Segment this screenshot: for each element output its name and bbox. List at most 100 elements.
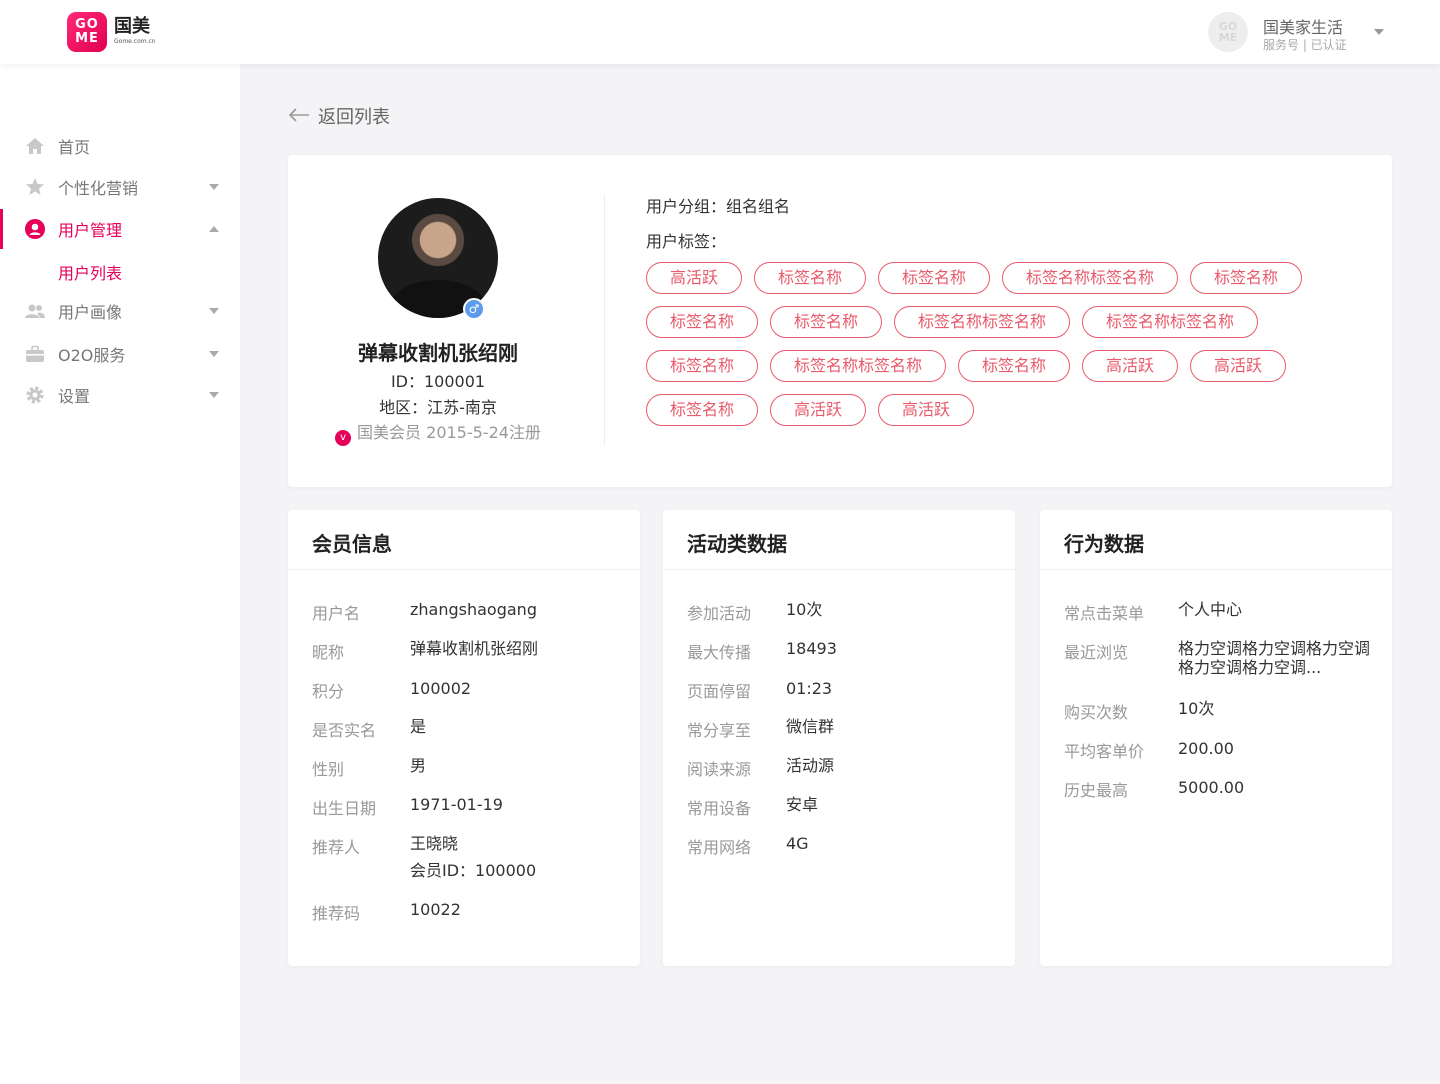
sidebar-item-label: 用户画像 bbox=[58, 303, 123, 322]
tag[interactable]: 标签名称 bbox=[754, 262, 866, 294]
field-label: 常用设备 bbox=[687, 799, 752, 818]
sidebar-item-label: 设置 bbox=[58, 387, 91, 406]
users-icon bbox=[24, 300, 46, 322]
sidebar-item-settings[interactable]: 设置 bbox=[0, 375, 240, 415]
vertical-divider bbox=[604, 195, 605, 445]
male-icon: ♂ bbox=[463, 298, 485, 320]
tag[interactable]: 标签名称 bbox=[770, 306, 882, 338]
tag[interactable]: 高活跃 bbox=[646, 262, 742, 294]
sidebar-item-label: 首页 bbox=[58, 138, 91, 157]
tag[interactable]: 标签名称 bbox=[646, 350, 758, 382]
field-value: zhangshaogang bbox=[410, 600, 537, 619]
field-label: 出生日期 bbox=[312, 799, 377, 818]
field-value: 10次 bbox=[1178, 699, 1215, 718]
card-header: 会员信息 bbox=[288, 510, 640, 570]
sidebar-item-user-management[interactable]: 用户管理 bbox=[0, 209, 240, 249]
tag[interactable]: 标签名称标签名称 bbox=[770, 350, 946, 382]
back-label: 返回列表 bbox=[318, 107, 390, 128]
account-name[interactable]: 国美家生活 bbox=[1263, 14, 1343, 38]
chevron-down-icon bbox=[209, 184, 219, 190]
profile-card: ♂ 弹幕收割机张绍刚 ID：100001 地区：江苏-南京 v 国美会员 2015… bbox=[288, 155, 1392, 487]
gome-logo-mark[interactable]: GO ME bbox=[67, 12, 107, 52]
account-meta: 服务号 | 已认证 bbox=[1263, 38, 1347, 52]
field-label: 参加活动 bbox=[687, 604, 752, 623]
behavior-card: 行为数据 常点击菜单 个人中心 最近浏览 格力空调格力空调格力空调 格力空调格力… bbox=[1040, 510, 1392, 966]
tag[interactable]: 高活跃 bbox=[1190, 350, 1286, 382]
logo-en: Gome.com.cn bbox=[114, 38, 156, 45]
logo-cn: 国美 bbox=[114, 16, 150, 37]
field-label: 用户名 bbox=[312, 604, 361, 623]
field-value: 活动源 bbox=[786, 756, 835, 775]
tag[interactable]: 标签名称标签名称 bbox=[1082, 306, 1258, 338]
logo-text[interactable]: 国美 Gome.com.cn bbox=[114, 16, 156, 46]
account-avatar[interactable]: GO ME bbox=[1208, 12, 1248, 52]
field-value: 4G bbox=[786, 834, 809, 853]
card-title: 会员信息 bbox=[312, 532, 392, 556]
field-label: 页面停留 bbox=[687, 682, 752, 701]
star-icon bbox=[24, 176, 46, 198]
field-value: 200.00 bbox=[1178, 739, 1234, 758]
tag[interactable]: 标签名称标签名称 bbox=[1002, 262, 1178, 294]
back-to-list-link[interactable]: 返回列表 bbox=[288, 104, 390, 128]
profile-id: ID：100001 bbox=[390, 372, 486, 391]
field-value-secondary: 格力空调格力空调... bbox=[1178, 658, 1322, 677]
home-icon bbox=[24, 135, 46, 157]
member-line: 国美会员 2015-5-24注册 bbox=[357, 423, 541, 442]
tag[interactable]: 标签名称 bbox=[878, 262, 990, 294]
field-value: 弹幕收割机张绍刚 bbox=[410, 639, 539, 658]
activity-card: 活动类数据 参加活动 10次 最大传播 18493 页面停留 01:23 常分享… bbox=[663, 510, 1015, 966]
field-value: 个人中心 bbox=[1178, 600, 1243, 619]
field-value: 10022 bbox=[410, 900, 461, 919]
tag[interactable]: 标签名称标签名称 bbox=[894, 306, 1070, 338]
sidebar-item-o2o[interactable]: O2O服务 bbox=[0, 334, 240, 374]
sidebar-item-label: 个性化营销 bbox=[58, 179, 139, 198]
tag[interactable]: 标签名称 bbox=[1190, 262, 1302, 294]
field-value: 5000.00 bbox=[1178, 778, 1245, 797]
field-label: 最近浏览 bbox=[1064, 643, 1129, 662]
field-label: 积分 bbox=[312, 682, 345, 701]
tag[interactable]: 高活跃 bbox=[1082, 350, 1178, 382]
member-badge-icon: v bbox=[335, 430, 352, 446]
logo-mark-bottom: ME bbox=[75, 31, 99, 46]
user-group: 用户分组：组名组名 bbox=[646, 197, 791, 216]
field-value: 是 bbox=[410, 717, 427, 736]
tag[interactable]: 标签名称 bbox=[646, 306, 758, 338]
gear-icon bbox=[24, 384, 46, 406]
field-value: 10次 bbox=[786, 600, 823, 619]
tag[interactable]: 高活跃 bbox=[770, 394, 866, 426]
sidebar: 首页 个性化营销 用户管理 用户列表 用户画像 O2O服务 设置 bbox=[0, 64, 240, 1084]
field-label: 是否实名 bbox=[312, 721, 377, 740]
user-circle-icon bbox=[24, 218, 46, 240]
tag[interactable]: 高活跃 bbox=[878, 394, 974, 426]
field-value: 格力空调格力空调格力空调 bbox=[1178, 639, 1371, 658]
field-label: 常用网络 bbox=[687, 838, 752, 857]
arrow-left-icon bbox=[288, 107, 310, 126]
active-indicator bbox=[0, 209, 3, 249]
card-title: 行为数据 bbox=[1064, 532, 1144, 556]
chevron-down-icon bbox=[209, 351, 219, 357]
field-value: 男 bbox=[410, 756, 427, 775]
sidebar-subitem-user-list[interactable]: 用户列表 bbox=[58, 260, 122, 284]
field-label: 历史最高 bbox=[1064, 781, 1129, 800]
field-value: 18493 bbox=[786, 639, 837, 658]
field-value-secondary: 会员ID：100000 bbox=[410, 861, 537, 880]
tag[interactable]: 标签名称 bbox=[646, 394, 758, 426]
sidebar-item-user-portrait[interactable]: 用户画像 bbox=[0, 291, 240, 331]
chevron-down-icon[interactable] bbox=[1374, 29, 1384, 35]
tag[interactable]: 标签名称 bbox=[958, 350, 1070, 382]
field-label: 平均客单价 bbox=[1064, 742, 1145, 761]
chevron-down-icon bbox=[209, 392, 219, 398]
sidebar-item-label: 用户管理 bbox=[58, 221, 123, 240]
field-value: 100002 bbox=[410, 679, 472, 698]
field-label: 昵称 bbox=[312, 643, 345, 662]
sidebar-item-marketing[interactable]: 个性化营销 bbox=[0, 167, 240, 207]
field-label: 推荐码 bbox=[312, 904, 361, 923]
sidebar-item-home[interactable]: 首页 bbox=[0, 126, 240, 166]
field-value: 安卓 bbox=[786, 795, 819, 814]
card-header: 活动类数据 bbox=[663, 510, 1015, 570]
field-label: 推荐人 bbox=[312, 838, 361, 857]
chevron-down-icon bbox=[209, 308, 219, 314]
avatar-text-bottom: ME bbox=[1218, 31, 1238, 44]
logo-mark-top: GO bbox=[75, 17, 99, 32]
field-value: 王晓晓 bbox=[410, 834, 459, 853]
